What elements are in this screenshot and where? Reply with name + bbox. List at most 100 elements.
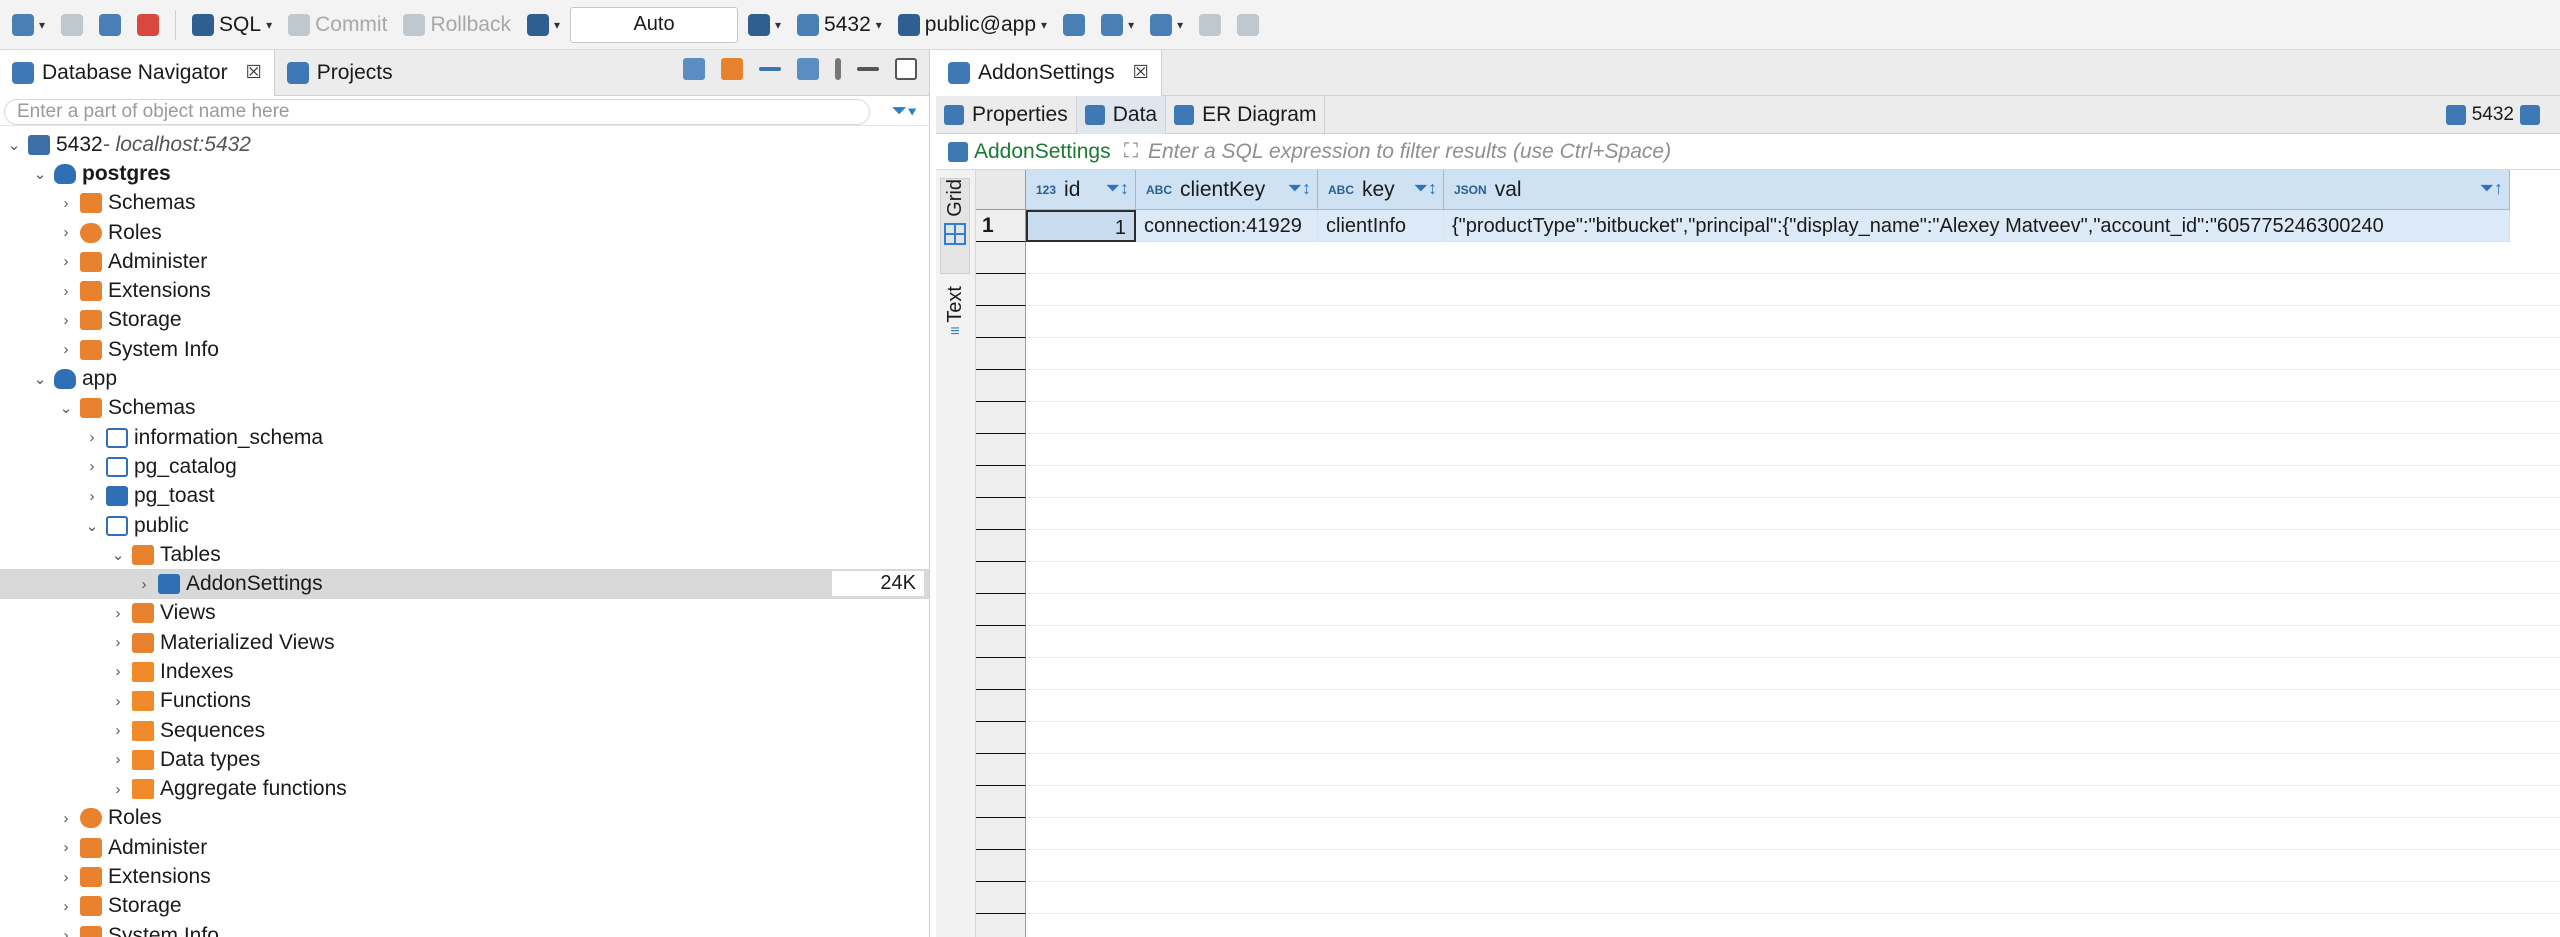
- tree-node-information-schema[interactable]: › information_schema: [0, 423, 929, 452]
- table-cell-key[interactable]: clientInfo: [1318, 210, 1444, 242]
- link-with-editor-icon[interactable]: [797, 58, 819, 80]
- view-menu-icon[interactable]: [835, 58, 841, 80]
- chevron-right-icon[interactable]: ›: [108, 781, 128, 798]
- rollback-button[interactable]: Rollback: [397, 8, 517, 42]
- tab-properties[interactable]: Properties: [936, 95, 1077, 134]
- chevron-right-icon[interactable]: ›: [108, 751, 128, 768]
- chevron-right-icon[interactable]: ›: [108, 693, 128, 710]
- tree-node-roles[interactable]: › Roles: [0, 804, 929, 833]
- commit-button[interactable]: Commit: [282, 8, 393, 42]
- chevron-right-icon[interactable]: ›: [108, 663, 128, 680]
- chevron-right-icon[interactable]: ›: [56, 810, 76, 827]
- chevron-down-icon[interactable]: ⌄: [4, 136, 24, 154]
- tree-node-administer[interactable]: › Administer: [0, 247, 929, 276]
- chevron-down-icon[interactable]: ⌄: [30, 165, 50, 183]
- chevron-right-icon[interactable]: ›: [82, 488, 102, 505]
- chevron-down-icon[interactable]: ⌄: [108, 546, 128, 564]
- tree-node-pg-catalog[interactable]: › pg_catalog: [0, 452, 929, 481]
- tree-node-app[interactable]: ⌄ app: [0, 364, 929, 393]
- reconnect-button[interactable]: [93, 8, 127, 42]
- new-connection-button[interactable]: ▾: [6, 8, 51, 42]
- tree-node-addonsettings[interactable]: › AddonSettings 24K: [0, 569, 929, 599]
- tree-node-aggregate-functions[interactable]: › Aggregate functions: [0, 775, 929, 804]
- table-cell-id[interactable]: 1: [1026, 210, 1136, 242]
- close-icon[interactable]: ☒: [1133, 62, 1149, 83]
- filter-icon[interactable]: ⏷▾: [891, 100, 917, 123]
- forward-button[interactable]: [1231, 8, 1265, 42]
- collapse-all-icon[interactable]: [759, 67, 781, 71]
- tree-node-storage[interactable]: › Storage: [0, 892, 929, 921]
- connect-button[interactable]: [55, 8, 89, 42]
- tree-node-storage[interactable]: › Storage: [0, 306, 929, 335]
- sql-editor-button[interactable]: SQL ▾: [186, 8, 278, 42]
- disconnect-button[interactable]: [131, 8, 165, 42]
- active-connection-select[interactable]: 5432 ▾: [791, 8, 888, 42]
- filter-sort-icon[interactable]: ⏷↕: [1414, 178, 1437, 199]
- column-header-val[interactable]: JSON val ⏷↑: [1444, 170, 2510, 210]
- tree-node-system-info[interactable]: › System Info: [0, 335, 929, 364]
- column-header-clientkey[interactable]: ABC clientKey ⏷↕: [1136, 170, 1318, 210]
- filter-sort-icon[interactable]: ⏷↕: [1288, 178, 1311, 199]
- tree-node-tables[interactable]: ⌄ Tables: [0, 540, 929, 569]
- tree-node-indexes[interactable]: › Indexes: [0, 657, 929, 686]
- tab-data[interactable]: Data: [1076, 95, 1167, 134]
- tasks-button[interactable]: ▾: [1095, 8, 1140, 42]
- tab-text-view[interactable]: Text ≡: [940, 286, 970, 376]
- chevron-right-icon[interactable]: ›: [56, 253, 76, 270]
- chevron-right-icon[interactable]: ›: [108, 605, 128, 622]
- close-icon[interactable]: ☒: [246, 62, 262, 83]
- search-button[interactable]: ▾: [1144, 8, 1189, 42]
- transaction-mode-select[interactable]: Auto: [570, 6, 739, 43]
- table-cell-val[interactable]: {"productType":"bitbucket","principal":{…: [1444, 210, 2510, 242]
- filter-sort-icon[interactable]: ⏷↕: [1106, 178, 1129, 199]
- chevron-right-icon[interactable]: ›: [56, 927, 76, 937]
- chevron-right-icon[interactable]: ›: [108, 634, 128, 651]
- tree-node-sequences[interactable]: › Sequences: [0, 716, 929, 745]
- chevron-down-icon[interactable]: ⌄: [30, 370, 50, 388]
- tab-database-navigator[interactable]: Database Navigator ☒: [0, 50, 275, 96]
- new-connection-icon[interactable]: [683, 58, 705, 80]
- tree-node-views[interactable]: › Views: [0, 599, 929, 628]
- chevron-right-icon[interactable]: ›: [56, 224, 76, 241]
- tree-node-extensions[interactable]: › Extensions: [0, 276, 929, 305]
- tree-node-administer[interactable]: › Administer: [0, 833, 929, 862]
- chevron-right-icon[interactable]: ›: [56, 839, 76, 856]
- active-schema-select[interactable]: public@app ▾: [892, 8, 1053, 42]
- sql-filter-input[interactable]: Enter a SQL expression to filter results…: [1148, 140, 1671, 164]
- column-header-id[interactable]: 123 id ⏷↕: [1026, 170, 1136, 210]
- table-cell-clientkey[interactable]: connection:41929: [1136, 210, 1318, 242]
- chevron-right-icon[interactable]: ›: [56, 195, 76, 212]
- chevron-right-icon[interactable]: ›: [56, 869, 76, 886]
- tree-node-schemas[interactable]: ⌄ Schemas: [0, 394, 929, 423]
- chevron-right-icon[interactable]: ›: [56, 283, 76, 300]
- chevron-right-icon[interactable]: ›: [108, 722, 128, 739]
- back-button[interactable]: [1193, 8, 1227, 42]
- tree-node-data-types[interactable]: › Data types: [0, 745, 929, 774]
- maximize-icon[interactable]: [895, 58, 917, 80]
- chevron-down-icon[interactable]: ⌄: [56, 399, 76, 417]
- tree-node-postgres[interactable]: ⌄ postgres: [0, 159, 929, 188]
- chevron-down-icon[interactable]: ⌄: [82, 517, 102, 535]
- tab-er-diagram[interactable]: ER Diagram: [1166, 95, 1326, 134]
- tree-node-materialized-views[interactable]: › Materialized Views: [0, 628, 929, 657]
- chevron-right-icon[interactable]: ›: [56, 341, 76, 358]
- history-button[interactable]: ▾: [742, 8, 787, 42]
- tree-node-pg-toast[interactable]: › pg_toast: [0, 482, 929, 511]
- chevron-right-icon[interactable]: ›: [56, 898, 76, 915]
- row-number[interactable]: 1: [976, 210, 1026, 242]
- tab-grid-view[interactable]: Grid: [940, 178, 970, 274]
- dashboard-button[interactable]: [1057, 8, 1091, 42]
- navigator-filter-input[interactable]: Enter a part of object name here: [4, 99, 870, 125]
- transaction-mode-button[interactable]: ▾: [521, 8, 566, 42]
- chevron-right-icon[interactable]: ›: [82, 429, 102, 446]
- filter-sort-icon[interactable]: ⏷↑: [2480, 178, 2503, 199]
- minimize-icon[interactable]: [857, 67, 879, 71]
- expand-filter-icon[interactable]: ⛶: [1124, 140, 1138, 163]
- chevron-right-icon[interactable]: ›: [56, 312, 76, 329]
- tree-node-roles[interactable]: › Roles: [0, 218, 929, 247]
- tab-addonsettings[interactable]: AddonSettings ☒: [936, 50, 1162, 96]
- tab-projects[interactable]: Projects: [275, 50, 405, 96]
- tree-node-system-info[interactable]: › System Info: [0, 921, 929, 937]
- tree-node-schemas[interactable]: › Schemas: [0, 189, 929, 218]
- column-header-key[interactable]: ABC key ⏷↕: [1318, 170, 1444, 210]
